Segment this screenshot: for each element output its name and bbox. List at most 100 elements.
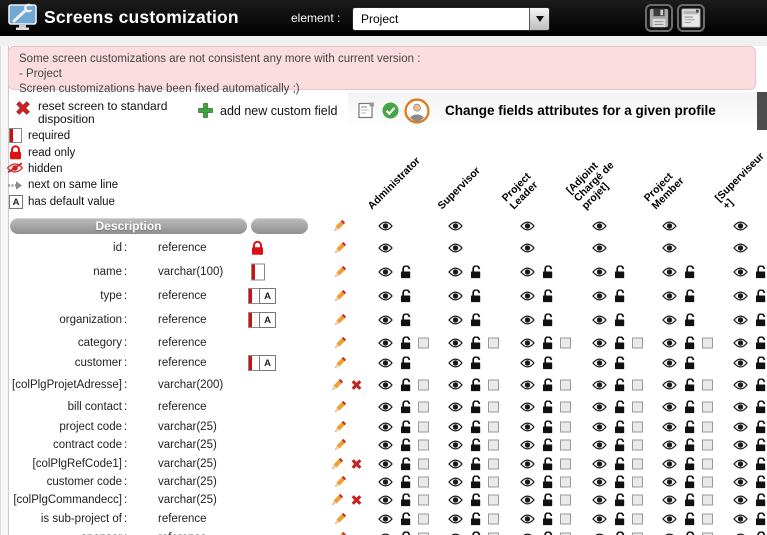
visible-toggle-project-leader[interactable] xyxy=(520,221,535,231)
visible-toggle-adjoint-charg-de-projet[interactable] xyxy=(592,243,607,253)
visible-toggle-project-member[interactable] xyxy=(662,380,677,390)
readonly-toggle-adjoint-charg-de-projet[interactable] xyxy=(614,378,627,391)
visible-toggle-supervisor[interactable] xyxy=(448,495,463,505)
required-checkbox-adjoint-charg-de-projet[interactable] xyxy=(632,379,643,390)
edit-field-icon[interactable] xyxy=(333,512,347,526)
readonly-toggle-superviseur[interactable] xyxy=(755,476,767,489)
visible-toggle-project-member[interactable] xyxy=(662,291,677,301)
visible-toggle-supervisor[interactable] xyxy=(448,291,463,301)
visible-toggle-supervisor[interactable] xyxy=(448,380,463,390)
readonly-toggle-superviseur[interactable] xyxy=(755,457,767,470)
screens-list-button[interactable] xyxy=(677,4,705,32)
edit-field-icon[interactable] xyxy=(333,400,347,414)
required-checkbox-project-leader[interactable] xyxy=(560,495,571,506)
readonly-toggle-supervisor[interactable] xyxy=(470,494,483,507)
required-checkbox-project-member[interactable] xyxy=(702,440,713,451)
required-checkbox-project-member[interactable] xyxy=(702,514,713,525)
readonly-toggle-project-leader[interactable] xyxy=(542,357,555,370)
required-checkbox-administrator[interactable] xyxy=(418,422,429,433)
readonly-toggle-supervisor[interactable] xyxy=(470,336,483,349)
readonly-toggle-superviseur[interactable] xyxy=(755,378,767,391)
readonly-toggle-project-leader[interactable] xyxy=(542,476,555,489)
readonly-toggle-supervisor[interactable] xyxy=(470,378,483,391)
visible-toggle-supervisor[interactable] xyxy=(448,459,463,469)
readonly-toggle-administrator[interactable] xyxy=(400,266,413,279)
readonly-toggle-project-member[interactable] xyxy=(684,513,697,526)
visible-toggle-project-leader[interactable] xyxy=(520,243,535,253)
visible-toggle-supervisor[interactable] xyxy=(448,315,463,325)
readonly-toggle-project-leader[interactable] xyxy=(542,494,555,507)
visible-toggle-project-member[interactable] xyxy=(662,338,677,348)
visible-toggle-superviseur[interactable] xyxy=(733,338,748,348)
visible-toggle-administrator[interactable] xyxy=(378,495,393,505)
readonly-toggle-superviseur[interactable] xyxy=(755,314,767,327)
edit-field-icon[interactable] xyxy=(333,356,347,370)
visible-toggle-superviseur[interactable] xyxy=(733,477,748,487)
readonly-toggle-project-member[interactable] xyxy=(684,532,697,535)
required-checkbox-supervisor[interactable] xyxy=(488,477,499,488)
right-scrollbar[interactable] xyxy=(757,92,767,130)
visible-toggle-administrator[interactable] xyxy=(378,291,393,301)
edit-field-icon[interactable] xyxy=(333,438,347,452)
edit-field-icon[interactable] xyxy=(333,475,347,489)
readonly-toggle-supervisor[interactable] xyxy=(470,421,483,434)
visible-toggle-adjoint-charg-de-projet[interactable] xyxy=(592,402,607,412)
visible-toggle-project-member[interactable] xyxy=(662,422,677,432)
visible-toggle-administrator[interactable] xyxy=(378,380,393,390)
required-checkbox-administrator[interactable] xyxy=(418,514,429,525)
readonly-toggle-adjoint-charg-de-projet[interactable] xyxy=(614,357,627,370)
edit-field-icon[interactable] xyxy=(330,493,344,507)
visible-toggle-project-member[interactable] xyxy=(662,495,677,505)
readonly-toggle-adjoint-charg-de-projet[interactable] xyxy=(614,336,627,349)
visible-toggle-adjoint-charg-de-projet[interactable] xyxy=(592,338,607,348)
readonly-toggle-project-leader[interactable] xyxy=(542,401,555,414)
readonly-toggle-project-member[interactable] xyxy=(684,357,697,370)
visible-toggle-supervisor[interactable] xyxy=(448,402,463,412)
visible-toggle-adjoint-charg-de-projet[interactable] xyxy=(592,267,607,277)
visible-toggle-project-member[interactable] xyxy=(662,315,677,325)
visible-toggle-adjoint-charg-de-projet[interactable] xyxy=(592,315,607,325)
edit-field-icon[interactable] xyxy=(330,457,344,471)
readonly-toggle-administrator[interactable] xyxy=(400,494,413,507)
visible-toggle-superviseur[interactable] xyxy=(733,422,748,432)
readonly-toggle-administrator[interactable] xyxy=(400,290,413,303)
visible-toggle-supervisor[interactable] xyxy=(448,422,463,432)
required-checkbox-project-leader[interactable] xyxy=(560,402,571,413)
readonly-toggle-supervisor[interactable] xyxy=(470,439,483,452)
required-checkbox-project-leader[interactable] xyxy=(560,440,571,451)
visible-toggle-project-leader[interactable] xyxy=(520,495,535,505)
required-checkbox-administrator[interactable] xyxy=(418,440,429,451)
readonly-toggle-adjoint-charg-de-projet[interactable] xyxy=(614,401,627,414)
visible-toggle-project-leader[interactable] xyxy=(520,514,535,524)
edit-field-icon[interactable] xyxy=(333,336,347,350)
visible-toggle-adjoint-charg-de-projet[interactable] xyxy=(592,221,607,231)
visible-toggle-project-member[interactable] xyxy=(662,402,677,412)
readonly-toggle-superviseur[interactable] xyxy=(755,290,767,303)
required-checkbox-adjoint-charg-de-projet[interactable] xyxy=(632,458,643,469)
visible-toggle-adjoint-charg-de-projet[interactable] xyxy=(592,477,607,487)
required-checkbox-project-leader[interactable] xyxy=(560,422,571,433)
required-checkbox-adjoint-charg-de-projet[interactable] xyxy=(632,337,643,348)
edit-field-icon[interactable] xyxy=(333,420,347,434)
readonly-toggle-project-member[interactable] xyxy=(684,314,697,327)
readonly-toggle-administrator[interactable] xyxy=(400,314,413,327)
delete-field-icon[interactable] xyxy=(350,494,363,507)
visible-toggle-supervisor[interactable] xyxy=(448,221,463,231)
readonly-toggle-project-member[interactable] xyxy=(684,336,697,349)
required-checkbox-project-member[interactable] xyxy=(702,458,713,469)
readonly-toggle-administrator[interactable] xyxy=(400,439,413,452)
required-checkbox-project-leader[interactable] xyxy=(560,477,571,488)
readonly-toggle-project-member[interactable] xyxy=(684,439,697,452)
visible-toggle-project-leader[interactable] xyxy=(520,422,535,432)
visible-toggle-project-member[interactable] xyxy=(662,440,677,450)
visible-toggle-supervisor[interactable] xyxy=(448,514,463,524)
visible-toggle-administrator[interactable] xyxy=(378,477,393,487)
readonly-toggle-superviseur[interactable] xyxy=(755,494,767,507)
required-checkbox-adjoint-charg-de-projet[interactable] xyxy=(632,402,643,413)
readonly-toggle-supervisor[interactable] xyxy=(470,532,483,535)
readonly-toggle-administrator[interactable] xyxy=(400,476,413,489)
visible-toggle-administrator[interactable] xyxy=(378,338,393,348)
visible-toggle-project-leader[interactable] xyxy=(520,358,535,368)
readonly-toggle-superviseur[interactable] xyxy=(755,401,767,414)
element-dropdown[interactable]: Project xyxy=(352,7,550,31)
